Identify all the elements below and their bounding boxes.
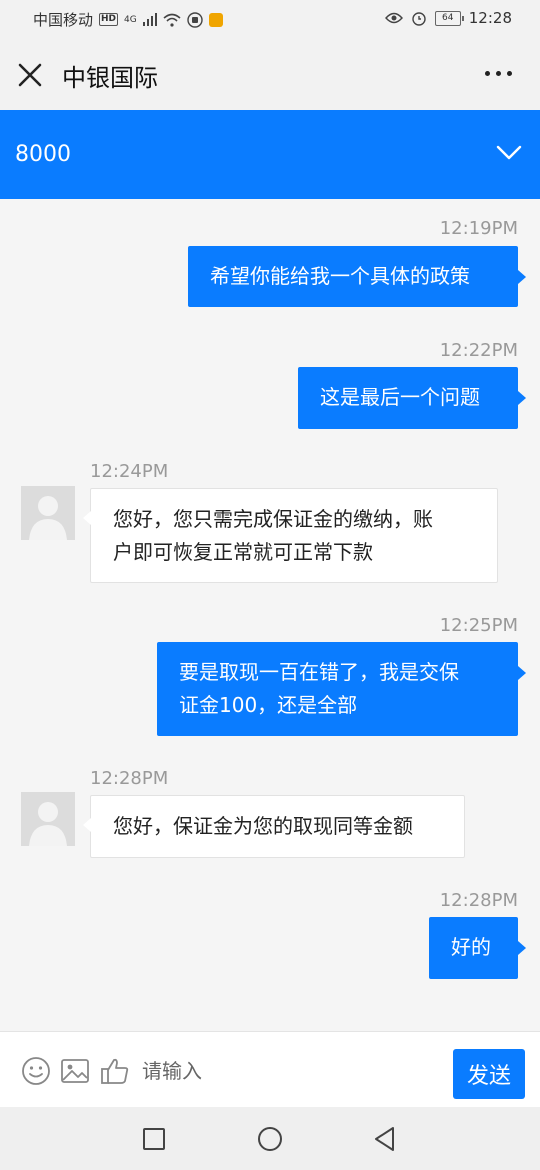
message-text: 好的 bbox=[451, 935, 491, 959]
message-bubble-outgoing: 希望你能给我一个具体的政策 bbox=[188, 246, 526, 307]
message-text-line: 证金100，还是全部 bbox=[179, 693, 358, 717]
avatar[interactable] bbox=[21, 486, 75, 540]
user-icon bbox=[29, 496, 67, 540]
message-text-line: 要是取现一百在错了，我是交保 bbox=[179, 660, 459, 684]
hand-icon bbox=[187, 11, 203, 28]
emoji-icon[interactable] bbox=[21, 1056, 51, 1086]
app-notification-icon bbox=[208, 12, 223, 27]
more-icon[interactable] bbox=[485, 71, 512, 76]
message-bubble-incoming: 您好，保证金为您的取现同等金额 bbox=[83, 795, 465, 858]
message-bubble-incoming: 您好，您只需完成保证金的缴纳，账 户即可恢复正常就可正常下款 bbox=[83, 488, 498, 583]
message-text: 您好，保证金为您的取现同等金额 bbox=[113, 814, 413, 838]
status-bar: 中国移动 HD 4G 64 12:28 bbox=[0, 0, 540, 38]
message-text-line: 户即可恢复正常就可正常下款 bbox=[113, 540, 373, 564]
chevron-down-icon[interactable] bbox=[496, 144, 522, 162]
message-input[interactable] bbox=[140, 1048, 444, 1094]
message-text: 希望你能给我一个具体的政策 bbox=[210, 264, 470, 288]
thumbs-up-icon[interactable] bbox=[100, 1056, 130, 1086]
wifi-icon bbox=[163, 13, 181, 27]
message-text-line: 您好，您只需完成保证金的缴纳，账 bbox=[113, 507, 433, 531]
message-timestamp: 12:28PM bbox=[439, 890, 518, 911]
back-icon[interactable] bbox=[371, 1125, 399, 1153]
message-timestamp: 12:19PM bbox=[439, 218, 518, 239]
message-timestamp: 12:25PM bbox=[439, 615, 518, 636]
alarm-icon bbox=[412, 12, 426, 26]
page-title: 中银国际 bbox=[62, 64, 158, 92]
home-icon[interactable] bbox=[256, 1125, 284, 1153]
carrier-label: 中国移动 bbox=[33, 11, 94, 29]
input-bar: 发送 bbox=[0, 1031, 540, 1108]
send-button[interactable]: 发送 bbox=[453, 1049, 525, 1099]
avatar[interactable] bbox=[21, 792, 75, 846]
hd-badge: HD bbox=[99, 13, 119, 26]
battery-icon: 64 bbox=[434, 10, 464, 26]
message-bubble-outgoing: 这是最后一个问题 bbox=[298, 367, 526, 429]
close-icon[interactable] bbox=[16, 61, 44, 89]
message-timestamp: 12:22PM bbox=[439, 340, 518, 361]
header-number: 8000 bbox=[15, 142, 71, 167]
status-time: 12:28 bbox=[468, 9, 512, 27]
message-text: 这是最后一个问题 bbox=[320, 385, 480, 409]
message-timestamp: 12:28PM bbox=[90, 768, 169, 789]
user-icon bbox=[29, 802, 67, 846]
message-timestamp: 12:24PM bbox=[90, 461, 169, 482]
signal-icon bbox=[142, 13, 157, 26]
system-nav-bar bbox=[0, 1107, 540, 1170]
status-right: 64 12:28 bbox=[384, 9, 512, 27]
network-label: 4G bbox=[124, 14, 137, 25]
status-left: 中国移动 HD 4G bbox=[33, 9, 223, 30]
eye-icon bbox=[384, 12, 403, 24]
conversation-header[interactable]: 8000 bbox=[0, 110, 540, 199]
title-bar: 中银国际 bbox=[0, 38, 540, 110]
message-bubble-outgoing: 好的 bbox=[429, 917, 526, 979]
chat-area[interactable]: 12:19PM 希望你能给我一个具体的政策 12:22PM 这是最后一个问题 1… bbox=[0, 199, 540, 1031]
image-icon[interactable] bbox=[60, 1056, 90, 1086]
message-bubble-outgoing: 要是取现一百在错了，我是交保 证金100，还是全部 bbox=[157, 642, 526, 736]
recents-icon[interactable] bbox=[140, 1125, 168, 1153]
